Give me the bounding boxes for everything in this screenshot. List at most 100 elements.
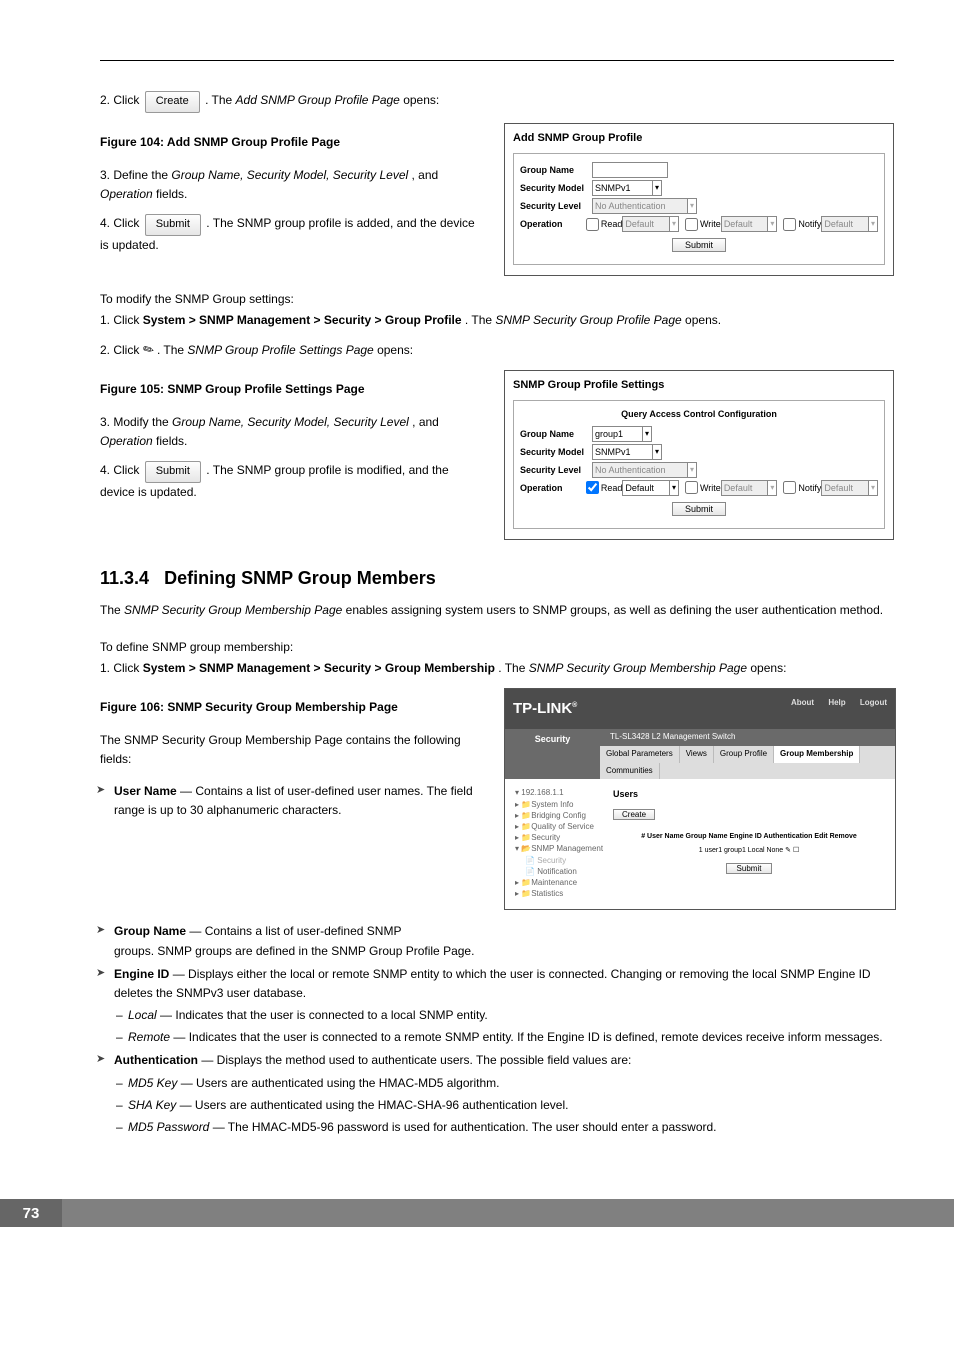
read-label: Read [601,217,623,231]
chevron-down-icon: ▾ [670,216,679,232]
field-desc: — Displays either the local or remote SN… [114,967,871,1000]
nav-ip[interactable]: ▾ 192.168.1.1 [515,787,605,798]
notify-label: Notify [798,217,821,231]
text: fields. [156,434,187,448]
write-label: Write [700,481,721,495]
nav-bridging-config[interactable]: ▸ 📁Bridging Config [515,810,605,821]
main-panel: Users Create # User Name Group Name Engi… [613,787,885,899]
list-item: Engine ID — Displays either the local or… [114,965,894,1048]
write-value: Default [721,480,769,496]
label-group-name: Group Name [520,427,592,441]
section-number: 11.3.4 [100,568,149,588]
text-bold: System > SNMP Management > Security > Gr… [143,313,462,327]
list-item: MD5 Key — Users are authenticated using … [128,1074,894,1093]
header-bar: TP-LINK® About Help Logout [505,689,895,729]
notify-checkbox[interactable] [783,218,796,231]
text-italic: SNMP Security Group Membership Page [529,661,747,675]
text: opens: [750,661,786,675]
sub-list: Local — Indicates that the user is conne… [114,1006,894,1047]
nav-snmp-management[interactable]: ▾ 📂SNMP Management [515,843,605,854]
submit-button[interactable]: Submit [726,863,773,874]
group-name-input[interactable] [592,162,668,178]
create-button[interactable]: Create [613,809,655,820]
section-title: Defining SNMP Group Members [164,568,436,588]
text: . The [465,313,495,327]
field-label: Engine ID [114,967,169,981]
modify-step-2: 2. Click ✎ . The SNMP Group Profile Sett… [100,341,894,360]
text-italic: SNMP Security Group Membership Page [124,603,342,617]
nav-security[interactable]: ▸ 📁Security [515,832,605,843]
field-list-continued: Group Name — Contains a list of user-def… [100,922,894,1137]
notify-checkbox[interactable] [783,481,796,494]
text-italic: Operation [100,187,153,201]
modify-intro: To modify the SNMP Group settings: [100,290,894,309]
submit-button[interactable]: Submit [672,238,726,252]
text-italic: Group Name, Security Model, Security Lev… [172,415,409,429]
text-bold: System > SNMP Management > Security > Gr… [143,661,495,675]
notify-value: Default [821,480,869,496]
about-link[interactable]: About [791,698,814,707]
text: . The [498,661,528,675]
text: The [100,603,124,617]
submit-button: Submit [145,214,201,236]
list-item: Remote — Indicates that the user is conn… [128,1028,894,1047]
page-number: 73 [0,1199,62,1227]
text-italic: Group Name, Security Model, Security Lev… [171,168,408,182]
label-sec-level: Security Level [520,199,592,213]
field-label: Authentication [114,1053,198,1067]
list-item: MD5 Password — The HMAC-MD5-96 password … [128,1118,894,1137]
nav-maintenance[interactable]: ▸ 📁Maintenance [515,877,605,888]
main-header: Users [613,787,885,801]
read-value[interactable]: Default [622,480,670,496]
nav-system-info[interactable]: ▸ 📁System Info [515,799,605,810]
chevron-down-icon: ▾ [869,216,878,232]
write-checkbox[interactable] [685,218,698,231]
field-desc: — Contains a list of user-defined SNMP [189,924,401,938]
figure-106-panel: TP-LINK® About Help Logout Security TL-S… [504,688,896,910]
text: 3. Define the [100,168,171,182]
chevron-down-icon: ▾ [688,462,697,478]
modify-step-1: 1. Click System > SNMP Management > Secu… [100,311,894,330]
text: opens: [403,93,439,107]
nav-snmp-security[interactable]: 📄 Security [515,855,605,866]
nav-statistics[interactable]: ▸ 📁Statistics [515,888,605,899]
group-name-select[interactable]: group1 [592,426,643,442]
figure-104-panel: Add SNMP Group Profile Group Name Securi… [504,123,894,277]
chevron-down-icon: ▾ [653,444,662,460]
form-fieldset: Group Name Security Model SNMPv1▾ Securi… [513,153,885,265]
figure-105-caption: Figure 105: SNMP Group Profile Settings … [100,380,484,399]
sec-model-select[interactable]: SNMPv1 [592,180,653,196]
page-footer: 73 [0,1199,954,1227]
write-checkbox[interactable] [685,481,698,494]
help-link[interactable]: Help [828,698,845,707]
sec-level-select: No Authentication [592,462,688,478]
logout-link[interactable]: Logout [860,698,887,707]
text: opens: [377,343,413,357]
read-value: Default [622,216,670,232]
nav-qos[interactable]: ▸ 📁Quality of Service [515,821,605,832]
tab-global-parameters[interactable]: Global Parameters [600,746,680,763]
submit-button[interactable]: Submit [672,502,726,516]
section-heading: 11.3.4 Defining SNMP Group Members [100,564,894,593]
step-4-submit: 4. Click Submit . The SNMP group profile… [100,214,484,255]
field-label: Local [128,1008,157,1022]
text: , and [412,168,439,182]
define-step-1: 1. Click System > SNMP Management > Secu… [100,659,894,678]
sec-model-select[interactable]: SNMPv1 [592,444,653,460]
panel-title: SNMP Group Profile Settings [513,377,885,395]
tab-group-profile[interactable]: Group Profile [714,746,774,763]
sec-level-select: No Authentication [592,198,688,214]
sub-list: MD5 Key — Users are authenticated using … [114,1074,894,1138]
text: 2. Click [100,93,143,107]
tab-group-membership[interactable]: Group Membership [774,746,860,763]
text: . The [205,93,235,107]
text: enables assigning system users to SNMP g… [346,603,883,617]
field-desc: — Users are authenticated using the HMAC… [176,1098,568,1112]
read-checkbox[interactable] [586,218,599,231]
tab-communities[interactable]: Communities [600,763,660,780]
read-checkbox[interactable] [586,481,599,494]
tab-views[interactable]: Views [680,746,714,763]
chevron-down-icon: ▾ [670,480,679,496]
nav-snmp-notification[interactable]: 📄 Notification [515,866,605,877]
figure-105-panel: SNMP Group Profile Settings Query Access… [504,370,894,540]
